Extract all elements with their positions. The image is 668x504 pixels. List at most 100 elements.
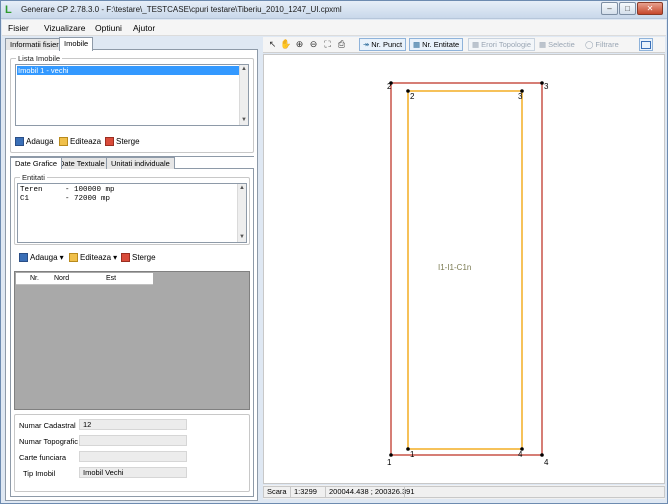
inner-point-label: 2 [410, 92, 415, 101]
dropdown-arrow-icon: ▾ [113, 253, 118, 262]
filtrare-button[interactable]: ◯ Filtrare [581, 38, 623, 51]
scroll-up-icon[interactable]: ▲ [238, 184, 246, 193]
outer-point-label: 2 [387, 82, 392, 91]
entitate-delete-label: Sterge [132, 253, 156, 262]
menu-bar: Fisier Vizualizare Optiuni Ajutor [2, 20, 666, 36]
zoom-extent-icon[interactable]: ⛶ [322, 39, 333, 50]
zoom-in-icon[interactable]: ⊕ [294, 39, 305, 50]
delete-icon [121, 253, 130, 262]
tab-unitati-individuale[interactable]: Unitati individuale [106, 157, 175, 169]
cursor-icon[interactable]: ↖ [267, 39, 278, 50]
map-canvas[interactable]: 1 2 3 4 1 2 3 4 I1-I1-C1n [263, 54, 665, 484]
pan-hand-icon[interactable]: ✋ [280, 39, 291, 50]
outer-point-label: 4 [544, 458, 549, 467]
tab-imobile[interactable]: Imobile [59, 37, 94, 51]
vertex-marker [389, 453, 393, 457]
menu-ajutor[interactable]: Ajutor [133, 23, 155, 33]
entitati-line: C1 - 72000 mp [20, 195, 111, 203]
scroll-down-icon[interactable]: ▼ [238, 233, 246, 242]
erori-topologie-button[interactable]: ▦ Erori Topologie [468, 38, 535, 51]
entitati-scrollbar[interactable]: ▲ ▼ [237, 184, 246, 242]
window-title: Generare CP 2.78.3.0 - F:\testare\_TESTC… [21, 5, 342, 14]
nr-entitate-button[interactable]: ▦ Nr. Entitate [409, 38, 464, 51]
entitate-add-label: Adauga [30, 253, 58, 262]
inner-point-label: 3 [518, 92, 523, 101]
carte-funciara-field[interactable] [79, 451, 187, 462]
column-est[interactable]: Est [106, 275, 116, 282]
tab-informatii-fisier[interactable]: Informatii fisier [5, 38, 64, 50]
cursor-coordinates: 200044.438 ; 200326.391 [325, 486, 415, 498]
entitati-line: Teren - 100000 mp [20, 186, 115, 194]
close-icon[interactable]: ✕ [637, 2, 663, 15]
entitate-edit-label: Editeaza [80, 253, 112, 262]
entitati-title: Entitati [20, 173, 47, 182]
inner-point-label: 4 [518, 450, 523, 459]
coordinates-grid[interactable]: Nr. Nord Est [14, 271, 250, 410]
outer-point-label: 1 [387, 458, 392, 467]
selectie-label: Selectie [548, 40, 575, 49]
imobil-edit-label: Editeaza [70, 137, 102, 146]
entitate-edit-button[interactable]: Editeaza ▾ [69, 253, 117, 262]
vertex-marker [540, 453, 544, 457]
nr-punct-label: Nr. Punct [371, 40, 403, 49]
column-nord[interactable]: Nord [54, 275, 69, 282]
add-icon [15, 137, 24, 146]
carte-funciara-label: Carte funciara [19, 453, 67, 462]
print-icon[interactable]: ⎙ [336, 39, 347, 50]
imobil-add-button[interactable]: Adauga [15, 137, 54, 146]
outer-point-label: 3 [544, 82, 549, 91]
numar-cadastral-field[interactable]: 12 [79, 419, 187, 430]
scroll-down-icon[interactable]: ▼ [240, 116, 248, 125]
column-nr[interactable]: Nr. [30, 275, 39, 282]
tab-date-textuale[interactable]: Date Textuale [54, 157, 110, 169]
nr-entitate-label: Nr. Entitate [422, 40, 460, 49]
scroll-up-icon[interactable]: ▲ [240, 65, 248, 74]
numar-topografic-field[interactable] [79, 435, 187, 446]
inner-point-label: 1 [410, 450, 415, 459]
imobil-delete-label: Sterge [116, 137, 140, 146]
window-icon [641, 40, 651, 49]
edit-icon [59, 137, 68, 146]
dropdown-arrow-icon: ▾ [59, 253, 64, 262]
tab-date-grafice[interactable]: Date Grafice [10, 157, 63, 169]
entitati-group: Entitati Teren - 100000 mp C1 - 72000 mp… [14, 173, 250, 245]
imobil-delete-button[interactable]: Sterge [105, 137, 140, 146]
entitati-list[interactable]: Teren - 100000 mp C1 - 72000 mp ▲ ▼ [17, 183, 247, 243]
tip-imobil-field[interactable]: Imobil Vechi [79, 467, 187, 478]
entity-center-label: I1-I1-C1n [438, 263, 471, 272]
scale-value: 1:3299 [290, 486, 326, 498]
status-empty-cell [404, 486, 665, 498]
imobile-list[interactable]: Imobil 1 - vechi ▲ ▼ [15, 64, 249, 126]
delete-icon [105, 137, 114, 146]
entitate-add-button[interactable]: Adauga ▾ [19, 253, 64, 262]
zoom-out-icon[interactable]: ⊖ [308, 39, 319, 50]
imobil-edit-button[interactable]: Editeaza [59, 137, 101, 146]
minimize-icon[interactable]: – [601, 2, 618, 15]
date-tabs-panel: Date Grafice Date Textuale Unitati indiv… [10, 156, 254, 497]
erori-topologie-label: Erori Topologie [481, 40, 531, 49]
selection-icon: ▦ [539, 40, 547, 49]
edit-icon [69, 253, 78, 262]
lista-imobile-title: Lista Imobile [16, 54, 63, 63]
app-window: L Generare CP 2.78.3.0 - F:\testare\_TES… [0, 0, 668, 504]
add-icon [19, 253, 28, 262]
entity-number-icon: ▦ [413, 40, 421, 49]
list-scrollbar[interactable]: ▲ ▼ [239, 65, 248, 125]
status-bar: Scara 1:3299 200044.438 ; 200326.391 [263, 485, 665, 499]
numar-topografic-label: Numar Topografic [19, 437, 79, 446]
nr-punct-button[interactable]: ↠ Nr. Punct [359, 38, 407, 51]
selectie-button[interactable]: ▦ Selectie [535, 38, 579, 51]
menu-optiuni[interactable]: Optiuni [95, 23, 122, 33]
lista-imobile-group: Lista Imobile Imobil 1 - vechi ▲ ▼ Adaug… [10, 54, 254, 153]
menu-vizualizare[interactable]: Vizualizare [44, 23, 85, 33]
filtrare-label: Filtrare [595, 40, 619, 49]
map-toolbar: ↖ ✋ ⊕ ⊖ ⛶ ⎙ ↠ Nr. Punct ▦ Nr. Entitate ▦… [263, 37, 665, 53]
entitate-delete-button[interactable]: Sterge [121, 253, 156, 262]
point-number-icon: ↠ [363, 40, 370, 49]
maximize-icon[interactable]: □ [619, 2, 636, 15]
menu-fisier[interactable]: Fisier [8, 23, 29, 33]
app-icon: L [5, 4, 12, 16]
map-panel: ↖ ✋ ⊕ ⊖ ⛶ ⎙ ↠ Nr. Punct ▦ Nr. Entitate ▦… [263, 37, 665, 501]
layout-toggle-button[interactable] [639, 38, 653, 51]
list-item[interactable]: Imobil 1 - vechi [17, 66, 239, 75]
